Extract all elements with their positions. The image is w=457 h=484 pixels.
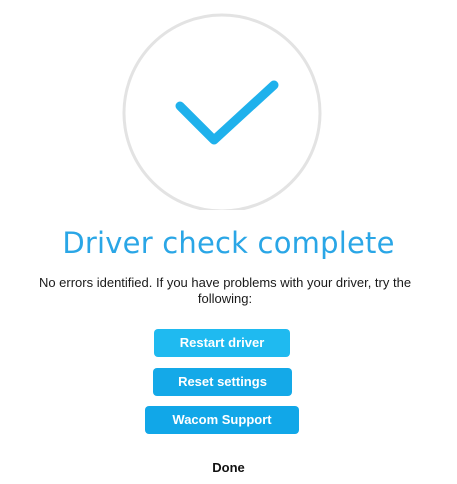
done-button[interactable]: Done [0, 460, 457, 475]
driver-check-dialog: Driver check complete No errors identifi… [0, 0, 457, 484]
restart-driver-button[interactable]: Restart driver [154, 329, 290, 357]
wacom-support-button[interactable]: Wacom Support [145, 406, 299, 434]
page-title: Driver check complete [62, 226, 395, 260]
status-circle [122, 13, 322, 210]
reset-settings-button[interactable]: Reset settings [153, 368, 292, 396]
checkmark-icon [122, 13, 322, 210]
status-message: No errors identified. If you have proble… [38, 275, 412, 306]
